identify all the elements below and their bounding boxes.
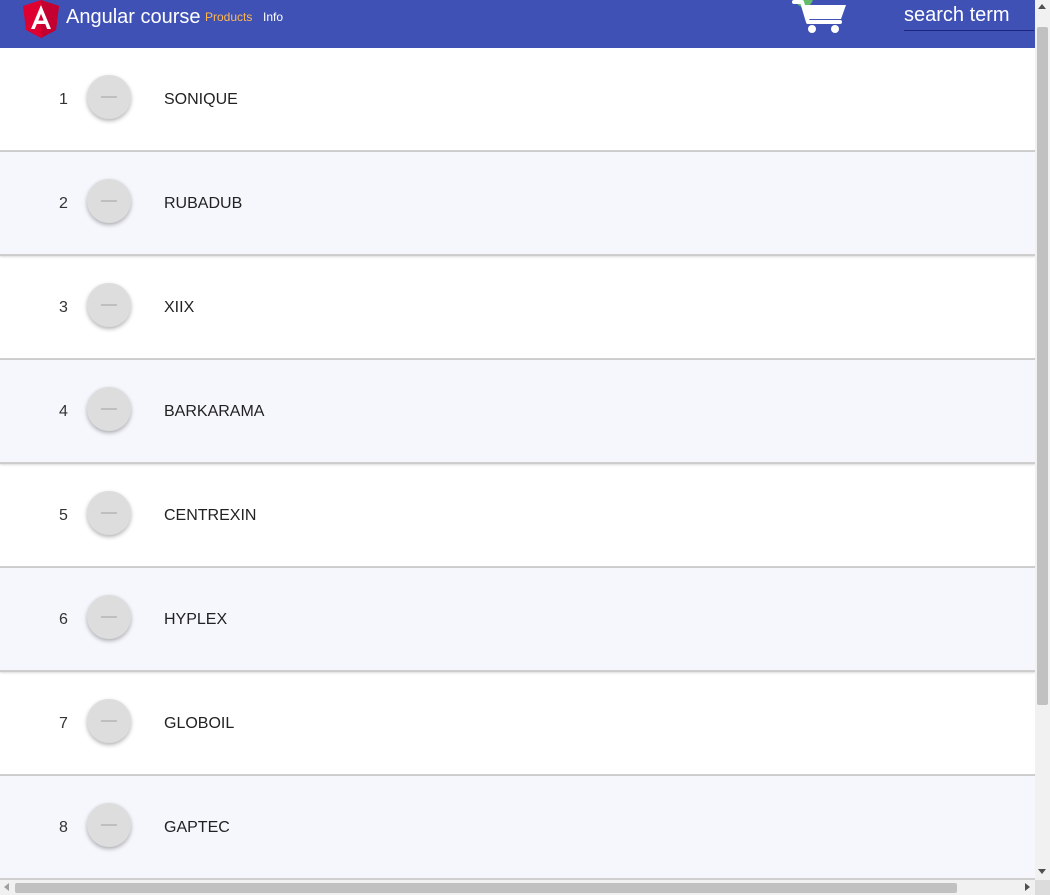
- vertical-scroll-thumb[interactable]: [1037, 27, 1048, 705]
- top-toolbar: Angular course Products Info: [0, 0, 1035, 48]
- product-row[interactable]: 3 XIIX: [0, 256, 1035, 360]
- product-name: GLOBOIL: [164, 715, 235, 732]
- product-thumbnail: [87, 491, 131, 535]
- product-index: 1: [59, 91, 68, 108]
- product-thumbnail: [87, 699, 131, 743]
- product-index: 8: [59, 819, 68, 836]
- product-row[interactable]: 7 GLOBOIL: [0, 672, 1035, 776]
- nav-products-link[interactable]: Products: [205, 10, 252, 24]
- nav-info-link[interactable]: Info: [263, 10, 283, 24]
- product-name: SONIQUE: [164, 91, 238, 108]
- product-index: 7: [59, 715, 68, 732]
- scroll-right-arrow-icon[interactable]: [1025, 883, 1030, 891]
- vertical-scrollbar[interactable]: [1035, 0, 1050, 880]
- scrollbar-corner: [1035, 880, 1050, 895]
- scroll-up-arrow-icon[interactable]: [1038, 4, 1046, 9]
- product-row[interactable]: 2 RUBADUB: [0, 152, 1035, 256]
- product-row[interactable]: 5 CENTREXIN: [0, 464, 1035, 568]
- product-thumbnail: [87, 283, 131, 327]
- product-row[interactable]: 6 HYPLEX: [0, 568, 1035, 672]
- product-name: CENTREXIN: [164, 507, 257, 524]
- product-name: XIIX: [164, 299, 195, 316]
- horizontal-scrollbar[interactable]: [0, 880, 1035, 895]
- horizontal-scroll-thumb[interactable]: [15, 883, 957, 893]
- product-thumbnail: [87, 595, 131, 639]
- product-index: 3: [59, 299, 68, 316]
- product-index: 4: [59, 403, 68, 420]
- product-name: RUBADUB: [164, 195, 243, 212]
- product-thumbnail: [87, 75, 131, 119]
- shopping-cart-icon[interactable]: [790, 0, 850, 34]
- product-thumbnail: [87, 387, 131, 431]
- search-input[interactable]: [904, 0, 1034, 31]
- app-viewport: Angular course Products Info 1 SONIQUE 2…: [0, 0, 1035, 880]
- app-title: Angular course: [66, 6, 201, 28]
- angular-logo-icon: [23, 0, 59, 38]
- scroll-left-arrow-icon[interactable]: [4, 883, 9, 891]
- product-name: BARKARAMA: [164, 403, 265, 420]
- product-name: GAPTEC: [164, 819, 230, 836]
- product-row[interactable]: 4 BARKARAMA: [0, 360, 1035, 464]
- product-index: 2: [59, 195, 68, 212]
- product-index: 6: [59, 611, 68, 628]
- scroll-down-arrow-icon[interactable]: [1038, 869, 1046, 874]
- product-row[interactable]: 8 GAPTEC: [0, 776, 1035, 880]
- product-thumbnail: [87, 179, 131, 223]
- product-thumbnail: [87, 803, 131, 847]
- product-index: 5: [59, 507, 68, 524]
- product-name: HYPLEX: [164, 611, 228, 628]
- product-list: 1 SONIQUE 2 RUBADUB 3 XIIX 4 BARKARAMA 5…: [0, 48, 1035, 880]
- product-row[interactable]: 1 SONIQUE: [0, 48, 1035, 152]
